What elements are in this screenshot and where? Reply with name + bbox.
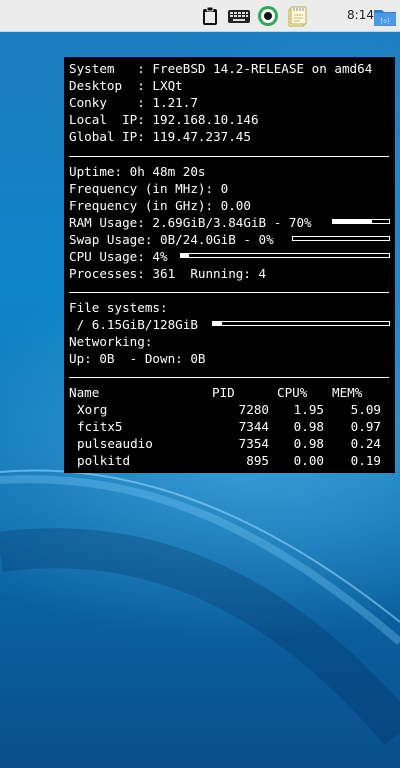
process-name: Xorg: [77, 402, 108, 417]
system-row: System : FreeBSD 14.2-RELEASE on amd64: [69, 60, 372, 77]
process-header-mem: MEM%: [332, 385, 363, 400]
conky-value: 1.21.7: [152, 95, 198, 110]
process-cpu: 0.98: [293, 419, 324, 434]
fs-root: / 6.15GiB/128GiB: [69, 317, 198, 332]
local-ip-label: Local IP:: [69, 112, 153, 127]
file-manager-icon[interactable]: [o]: [373, 4, 397, 28]
swap-usage-bar: [292, 236, 390, 241]
local-ip-value: 192.168.10.146: [152, 112, 259, 127]
process-pid: 895: [246, 453, 269, 468]
top-panel: 8:14 [o]: [0, 0, 400, 32]
process-cpu: 0.98: [293, 436, 324, 451]
ram-usage: RAM Usage: 2.69GiB/3.84GiB - 70%: [69, 215, 312, 230]
conky-widget: System : FreeBSD 14.2-RELEASE on amd64 D…: [64, 57, 395, 473]
system-value: FreeBSD 14.2-RELEASE on amd64: [152, 61, 373, 76]
global-ip-row: Global IP: 119.47.237.45: [69, 128, 251, 145]
system-label: System :: [69, 61, 153, 76]
process-cpu: 1.95: [293, 402, 324, 417]
divider: [69, 292, 389, 293]
cpu-usage-bar-fill: [181, 254, 190, 257]
frequency-mhz: Frequency (in MHz): 0: [69, 181, 229, 196]
uptime: Uptime: 0h 48m 20s: [69, 164, 206, 179]
local-ip-row: Local IP: 192.168.10.146: [69, 111, 259, 128]
ram-usage-bar: [332, 219, 390, 224]
frequency-ghz: Frequency (in GHz): 0.00: [69, 198, 251, 213]
desktop-label: Desktop :: [69, 78, 153, 93]
conky-version-row: Conky : 1.21.7: [69, 94, 198, 111]
ram-usage-bar-fill: [333, 220, 373, 223]
clipboard-icon[interactable]: [199, 5, 221, 27]
process-pid: 7344: [238, 419, 269, 434]
file-systems-heading: File systems:: [69, 300, 168, 315]
process-mem: 0.24: [350, 436, 381, 451]
process-pid: 7354: [238, 436, 269, 451]
processes: Processes: 361 Running: 4: [69, 266, 267, 281]
fs-root-bar-fill: [213, 322, 222, 325]
process-name: pulseaudio: [77, 436, 153, 451]
divider: [69, 156, 389, 157]
global-ip-value: 119.47.237.45: [152, 129, 251, 144]
conky-label: Conky :: [69, 95, 153, 110]
cpu-usage: CPU Usage: 4%: [69, 249, 168, 264]
keyboard-icon[interactable]: [227, 5, 250, 27]
desktop-row: Desktop : LXQt: [69, 77, 183, 94]
process-mem: 5.09: [350, 402, 381, 417]
process-name: fcitx5: [77, 419, 123, 434]
net-speeds: Up: 0B - Down: 0B: [69, 351, 206, 366]
notes-icon[interactable]: [286, 5, 308, 27]
process-header-name: Name: [69, 385, 100, 400]
divider: [69, 377, 389, 378]
networking-heading: Networking:: [69, 334, 153, 349]
process-header-cpu: CPU%: [277, 385, 308, 400]
cpu-usage-bar: [180, 253, 390, 258]
process-header-pid: PID: [212, 385, 235, 400]
swap-usage: Swap Usage: 0B/24.0GiB - 0%: [69, 232, 274, 247]
panel-clock[interactable]: 8:14: [340, 8, 374, 24]
process-cpu: 0.00: [293, 453, 324, 468]
process-mem: 0.19: [350, 453, 381, 468]
svg-text:[o]: [o]: [380, 18, 391, 25]
desktop-value: LXQt: [152, 78, 183, 93]
process-pid: 7280: [238, 402, 269, 417]
fs-root-bar: [212, 321, 390, 326]
process-name: polkitd: [77, 453, 131, 468]
process-mem: 0.97: [350, 419, 381, 434]
global-ip-label: Global IP:: [69, 129, 153, 144]
record-icon[interactable]: [257, 5, 279, 27]
